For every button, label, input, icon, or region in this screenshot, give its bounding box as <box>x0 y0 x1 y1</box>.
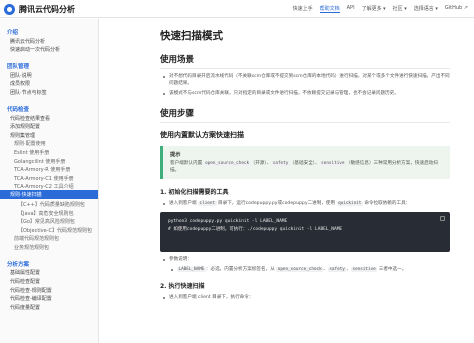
sidebar-group-intro[interactable]: 介绍 <box>0 19 98 36</box>
inline-code: sensitive <box>319 161 346 166</box>
sidebar-item[interactable]: TCA-Armory-C1 使用手册 <box>0 173 98 182</box>
sidebar-item-active[interactable]: 规则·快速扫描 <box>0 190 98 200</box>
inline-code: open_source_check <box>203 161 251 166</box>
sidebar-item[interactable]: 添加规则配置 <box>0 122 98 131</box>
sidebar-item[interactable]: 团队·节点与标签 <box>0 87 98 96</box>
sub-heading-default-plan: 使用内置默认方案快速扫描 <box>160 131 244 139</box>
sidebar-item[interactable]: 规则·配置使用 <box>0 139 98 148</box>
param-item: LABEL_NAME ：必选，内置分析方案标签名，从 open_source_ch… <box>168 266 450 273</box>
tip-text: 客户端默认内置 <box>170 161 204 166</box>
sidebar-item[interactable]: 基础属性配置 <box>0 268 98 277</box>
nav-api[interactable]: API <box>347 5 355 13</box>
sidebar-item[interactable]: 代码检查配置 <box>0 276 98 285</box>
sidebar-item[interactable]: 快速启动一次代码分析 <box>0 45 98 54</box>
param-text: ：必选，内置分析方案标签名，从 <box>205 267 277 272</box>
inline-code: open_source_check <box>276 267 324 272</box>
tip-body: 客户端默认内置 open_source_check （开源）、 safety （基础安… <box>170 160 443 174</box>
logo-icon[interactable] <box>4 4 15 15</box>
step1-text: 目录下，运行codepuppy.py或codepuppy二进制，使用 <box>216 201 337 206</box>
sidebar-item[interactable]: TCA-Armory-C2 工具介绍 <box>0 182 98 191</box>
top-navbar: 腾讯云代码分析 快速上手 帮助文档 API 了解更多 ▾ 社区 ▾ 选择语言 ▾… <box>0 0 474 18</box>
sidebar-item[interactable]: 规则集管理 <box>0 130 98 139</box>
step1-list: 进入到客户端 client 目录下，运行codepuppy.py或codepup… <box>160 200 450 207</box>
top-nav-links: 快速上手 帮助文档 API 了解更多 ▾ 社区 ▾ 选择语言 ▾ GitHub … <box>293 5 468 13</box>
nav-help-docs[interactable]: 帮助文档 <box>319 5 340 13</box>
sidebar-group-plan[interactable]: 分析方案 <box>0 251 98 268</box>
step2-heading: 2. 执行快速扫描 <box>160 283 205 290</box>
list-item: 该模式不与scm代码仓库关联，只对指定的目录或文件进行扫描，不依赖提交记录与管理… <box>160 90 450 97</box>
sidebar-item[interactable]: 前端代码规范规则包 <box>0 234 98 243</box>
sidebar-item[interactable]: 【Java】高危安全规则包 <box>0 208 98 217</box>
list-item: 进入到客户端 client 目录下，运行codepuppy.py或codepup… <box>160 200 450 207</box>
section-heading-scenario: 使用场景 <box>160 53 450 69</box>
inline-code: sensitive <box>350 267 378 272</box>
tip-text: （开源）、 <box>250 161 272 166</box>
code-block: python3 codepuppy.py quickinit -l LABEL_… <box>160 212 450 252</box>
brand-title[interactable]: 腾讯云代码分析 <box>19 4 75 15</box>
sidebar-item[interactable]: 【C++】代码质量缺陷规则包 <box>0 199 98 208</box>
code-comment: # 如使用codepuppy二进制，可执行：./codepuppy quicki… <box>168 227 343 232</box>
inline-code: LABEL_NAME <box>177 267 206 272</box>
step1-heading: 1. 初始化扫描需要的工具 <box>160 189 229 196</box>
sidebar-item[interactable]: TCA-Armory-R 使用手册 <box>0 165 98 174</box>
page-title: 快速扫描模式 <box>160 30 223 42</box>
sidebar-item[interactable]: Golangcilint 使用手册 <box>0 156 98 165</box>
sidebar-item[interactable]: 代码检查-规则配置 <box>0 285 98 294</box>
sidebar-item[interactable]: 代码检查结果查看 <box>0 113 98 122</box>
list-item: 对不想代码目录开启流水线代码（不关联scm仓库或不提交到scm仓库的本地代码）进… <box>160 73 450 87</box>
nav-github[interactable]: GitHub ↗ <box>445 5 468 13</box>
inline-code: safety <box>271 161 290 166</box>
sidebar: 介绍 腾讯云代码分析 快速启动一次代码分析 团队管理 团队·说明 成员权限 团队… <box>0 19 99 343</box>
step2-list: 进入到客户端 client 目录下，执行命令： <box>160 294 450 301</box>
sidebar-item[interactable]: 代码度量配置 <box>0 302 98 311</box>
sidebar-item[interactable]: Eslint 使用手册 <box>0 147 98 156</box>
params-label: 参数说明： <box>160 256 450 263</box>
tip-box: 提示 客户端默认内置 open_source_check （开源）、 safety （… <box>160 146 450 179</box>
tip-title: 提示 <box>170 152 181 158</box>
params-list: 参数说明： LABEL_NAME ：必选，内置分析方案标签名，从 open_sou… <box>160 256 450 273</box>
sidebar-item[interactable]: 【Objective-C】代码规范规则包 <box>0 225 98 234</box>
scenario-list: 对不想代码目录开启流水线代码（不关联scm仓库或不提交到scm仓库的本地代码）进… <box>160 73 450 97</box>
list-item: 进入到客户端 client 目录下，执行命令： <box>160 294 450 301</box>
sidebar-item[interactable]: 成员权限 <box>0 79 98 88</box>
inline-code: quickinit <box>336 201 363 206</box>
sidebar-item[interactable]: 腾讯云代码分析 <box>0 36 98 45</box>
main-content: 快速扫描模式 使用场景 对不想代码目录开启流水线代码（不关联scm仓库或不提交到… <box>160 19 450 343</box>
inline-code: safety <box>327 267 347 272</box>
sidebar-item[interactable]: 代码检查-编译配置 <box>0 294 98 303</box>
sidebar-item[interactable]: 【Go】常见高风险规则包 <box>0 217 98 226</box>
sidebar-item[interactable]: 业务规范规则包 <box>0 242 98 251</box>
step1-text: 进入到客户端 <box>169 201 199 206</box>
section-heading-steps: 使用步骤 <box>160 107 450 123</box>
sidebar-group-team[interactable]: 团队管理 <box>0 53 98 70</box>
inline-code: client <box>198 201 217 206</box>
code-line: python3 codepuppy.py quickinit -l LABEL_… <box>168 219 288 224</box>
copy-icon[interactable] <box>440 216 445 221</box>
nav-community[interactable]: 社区 ▾ <box>393 5 407 13</box>
sidebar-group-code-check[interactable]: 代码检查 <box>0 96 98 113</box>
nav-quickstart[interactable]: 快速上手 <box>293 5 313 13</box>
sidebar-item[interactable]: 团队·说明 <box>0 70 98 79</box>
tip-text: （基础安全）、 <box>289 161 320 166</box>
param-text: 三者中选一。 <box>377 267 407 272</box>
step1-text: 命令拉取依赖的工具： <box>362 201 411 206</box>
nav-language[interactable]: 选择语言 ▾ <box>414 5 438 13</box>
nav-learn-more[interactable]: 了解更多 ▾ <box>362 5 386 13</box>
